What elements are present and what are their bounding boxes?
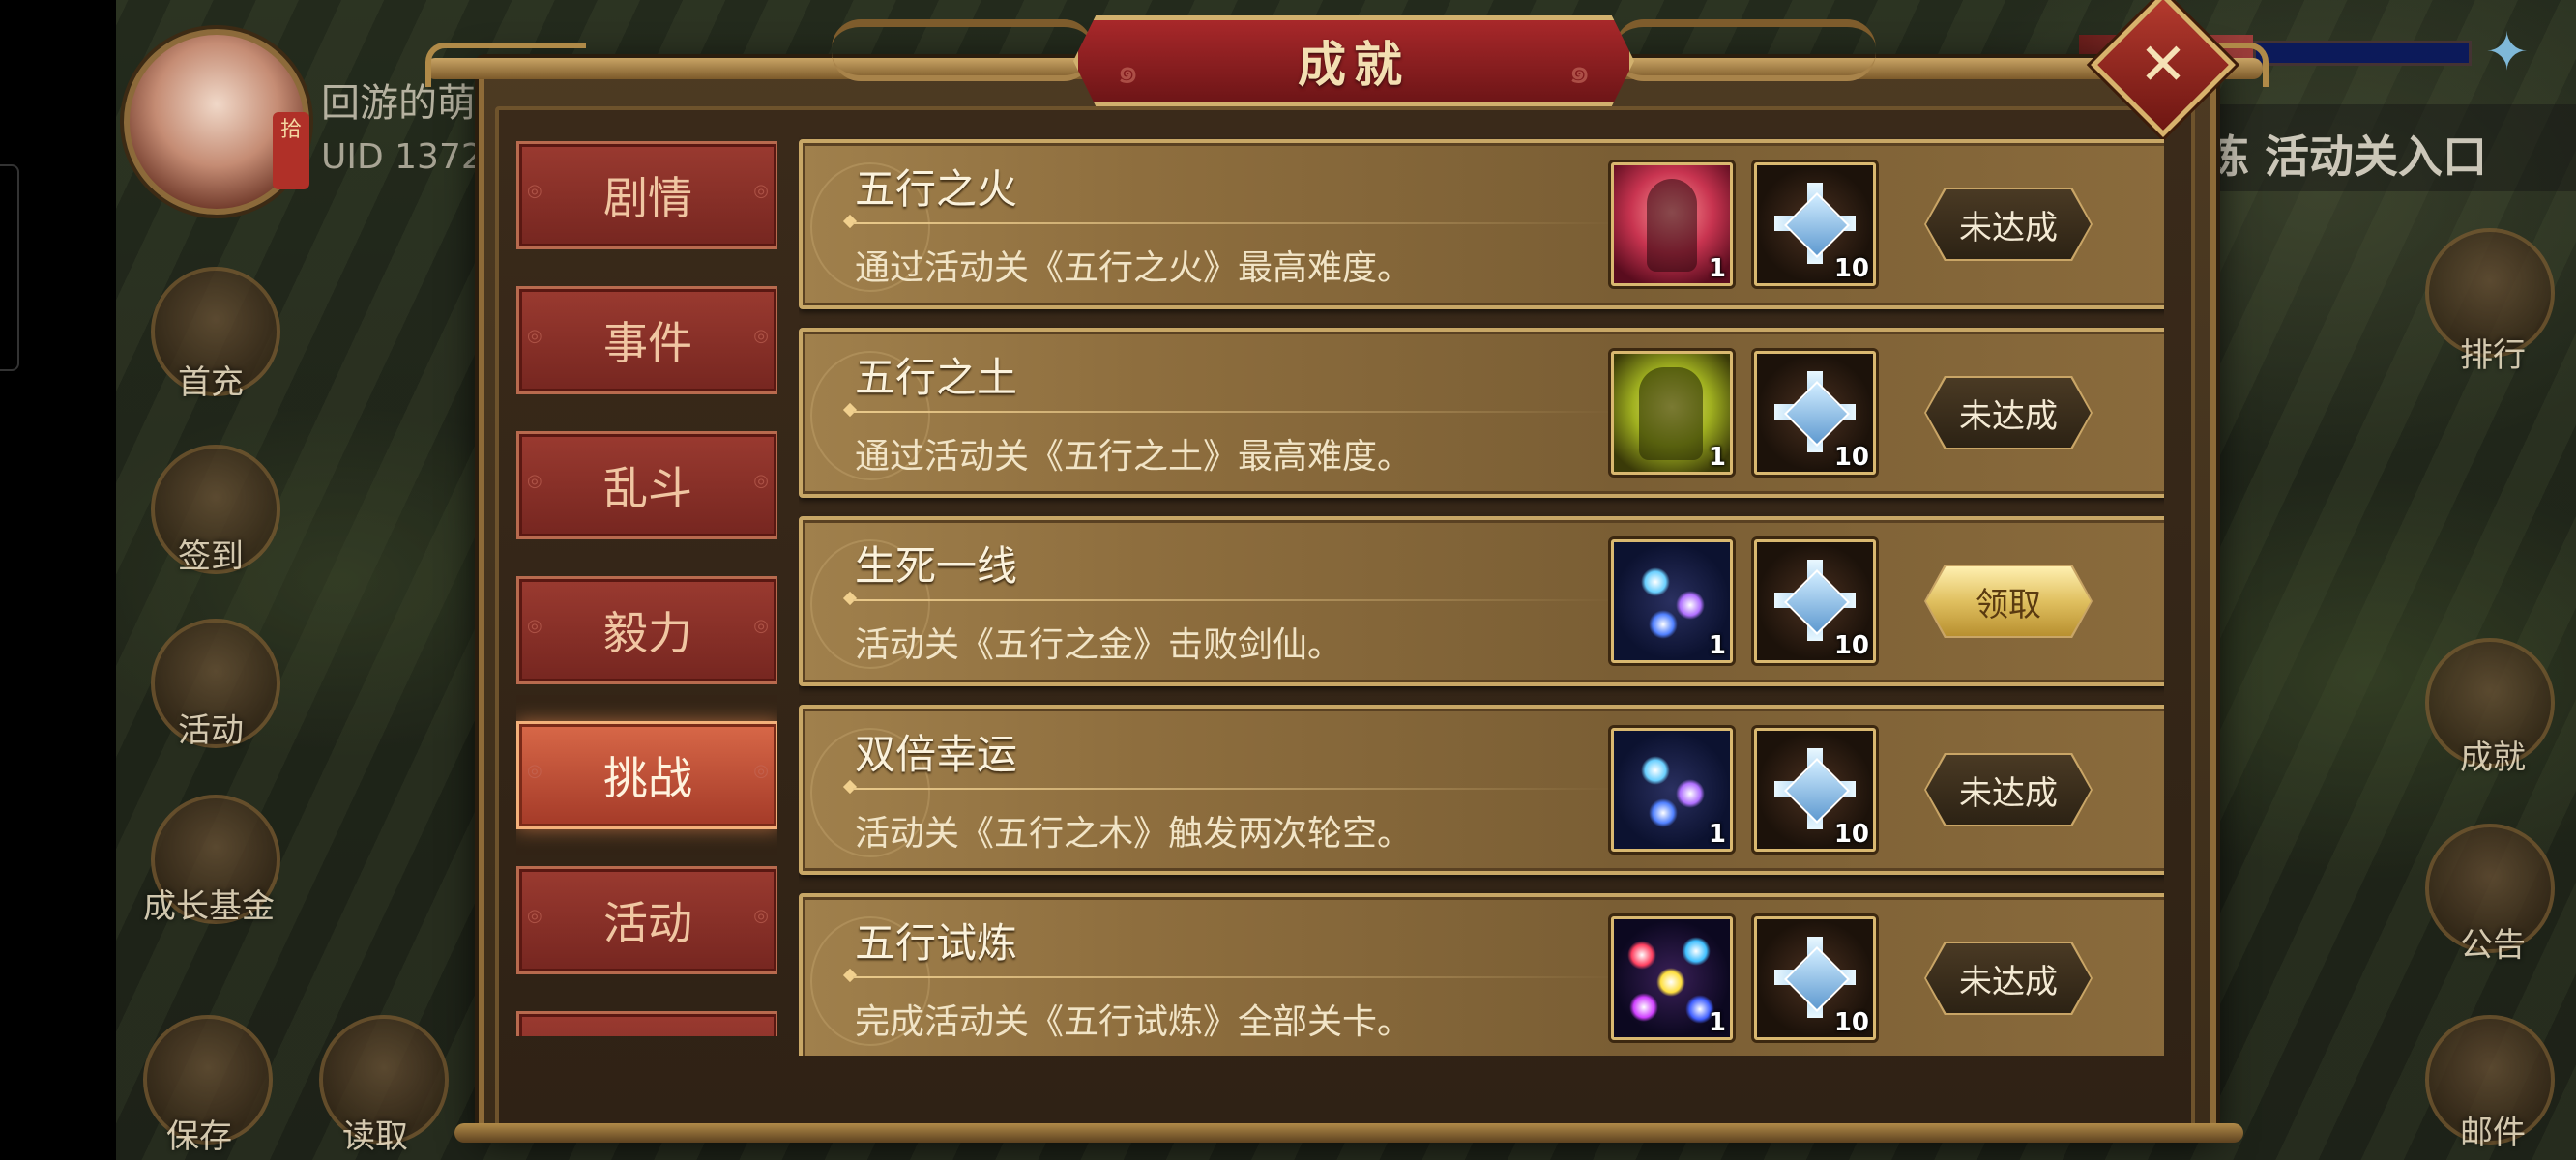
avatar-seal-icon: 拾 [273, 112, 309, 189]
wing-icon[interactable]: ✦ [2485, 21, 2529, 82]
spirit-orbs-icon[interactable]: 1 [1611, 539, 1733, 663]
sign-in-label: 签到 [178, 537, 244, 576]
reward-qty: 1 [1708, 820, 1726, 849]
reward-qty: 10 [1833, 443, 1869, 472]
tab-activity[interactable]: 活动 [516, 866, 777, 974]
modal-title-plaque: ๑ 成就 ๑ [1073, 15, 1634, 106]
achievement-row: 生死一线 活动关《五行之金》击败剑仙。 1 10 领取 [799, 516, 2164, 686]
swirl-left-icon: ๑ [1117, 52, 1139, 92]
tab-next-partial[interactable] [516, 1011, 777, 1036]
reward-qty: 10 [1833, 631, 1869, 660]
bottom-rail-ornament [454, 1123, 2243, 1143]
reward-qty: 1 [1708, 254, 1726, 283]
reward-qty: 1 [1708, 443, 1726, 472]
achievement-title: 五行之火 [855, 165, 1018, 213]
achievement-title: 生死一线 [855, 542, 1018, 590]
crystal-shape [1774, 560, 1856, 641]
reward-qty: 10 [1833, 254, 1869, 283]
first-charge-label: 首充 [178, 363, 244, 402]
crystal-shape [1774, 371, 1856, 452]
achievement-description: 通过活动关《五行之火》最高难度。 [855, 248, 1413, 288]
status-not-achieved-button[interactable]: 未达成 [1926, 378, 2091, 448]
load-label: 读取 [342, 1117, 408, 1156]
activity-label: 活动 [178, 711, 244, 750]
ice-crystal-icon[interactable]: 10 [1754, 916, 1876, 1040]
achievement-title: 双倍幸运 [855, 731, 1018, 778]
achievement-description: 活动关《五行之木》触发两次轮空。 [855, 814, 1413, 854]
tab-perseverance[interactable]: 毅力 [516, 576, 777, 684]
reward-qty: 10 [1833, 820, 1869, 849]
achievement-title: 五行之土 [855, 354, 1018, 401]
tab-challenge[interactable]: 挑战 [516, 721, 777, 829]
swirl-right-icon: ๑ [1568, 52, 1591, 92]
save-label: 保存 [166, 1117, 232, 1156]
achievement-row: 五行之火 通过活动关《五行之火》最高难度。 1 10 未达成 [799, 139, 2164, 309]
fire-warrior-figure [1647, 179, 1697, 272]
achievement-row: 五行试炼 完成活动关《五行试炼》全部关卡。 1 10 未达成 [799, 893, 2164, 1056]
achievement-title: 五行试炼 [855, 919, 1018, 967]
achievement-label: 成就 [2460, 739, 2526, 777]
ice-crystal-icon[interactable]: 10 [1754, 728, 1876, 852]
status-not-achieved-button[interactable]: 未达成 [1926, 755, 2091, 825]
crystal-shape [1774, 937, 1856, 1018]
achievement-description: 通过活动关《五行之土》最高难度。 [855, 437, 1413, 477]
close-x-icon[interactable]: ✕ [2112, 14, 2214, 116]
modal-title: 成就 [1298, 37, 1410, 93]
ranking-label: 排行 [2460, 336, 2526, 375]
event-entry-link[interactable]: 炼 活动关入口 [2205, 122, 2487, 186]
row-divider [853, 222, 1617, 224]
category-tabs: 剧情 事件 乱斗 毅力 挑战 活动 [516, 137, 777, 1036]
status-not-achieved-button[interactable]: 未达成 [1926, 943, 2091, 1013]
reward-qty: 1 [1708, 631, 1726, 660]
achievement-description: 完成活动关《五行试炼》全部关卡。 [855, 1002, 1413, 1042]
tab-story[interactable]: 剧情 [516, 141, 777, 249]
top-left-scroll-ornament [425, 43, 586, 87]
fire-warrior-icon[interactable]: 1 [1611, 162, 1733, 286]
row-divider [853, 788, 1617, 790]
reward-qty: 1 [1708, 1008, 1726, 1037]
title-right-ornament [1615, 19, 1876, 81]
tab-event[interactable]: 事件 [516, 286, 777, 394]
achievement-row: 五行之土 通过活动关《五行之土》最高难度。 1 10 未达成 [799, 328, 2164, 498]
notice-label: 公告 [2460, 926, 2526, 965]
player-avatar[interactable]: 拾 [124, 29, 309, 215]
achievement-description: 活动关《五行之金》击败剑仙。 [855, 625, 1343, 665]
spirit-orbs-icon[interactable]: 1 [1611, 728, 1733, 852]
status-not-achieved-button[interactable]: 未达成 [1926, 189, 2091, 259]
ice-crystal-icon[interactable]: 10 [1754, 162, 1876, 286]
growth-fund-label: 成长基金 [143, 887, 275, 926]
title-left-ornament [832, 19, 1093, 81]
ice-crystal-icon[interactable]: 10 [1754, 351, 1876, 475]
achievement-row: 双倍幸运 活动关《五行之木》触发两次轮空。 1 10 未达成 [799, 705, 2164, 875]
row-divider [853, 411, 1617, 413]
earth-warrior-icon[interactable]: 1 [1611, 351, 1733, 475]
crystal-shape [1774, 748, 1856, 829]
row-divider [853, 976, 1617, 978]
player-uid: UID 1372 [321, 137, 483, 177]
achievement-list[interactable]: 五行之火 通过活动关《五行之火》最高难度。 1 10 未达成 五行之土 通过活动… [799, 137, 2164, 1056]
claim-button[interactable]: 领取 [1926, 566, 2091, 636]
tab-melee[interactable]: 乱斗 [516, 431, 777, 539]
reward-qty: 10 [1833, 1008, 1869, 1037]
earth-warrior-figure [1639, 367, 1703, 460]
five-elements-orbs-icon[interactable]: 1 [1611, 916, 1733, 1040]
mana-bar [2253, 41, 2472, 66]
row-divider [853, 599, 1617, 601]
crystal-shape [1774, 183, 1856, 264]
ice-crystal-icon[interactable]: 10 [1754, 539, 1876, 663]
mail-label: 邮件 [2460, 1114, 2526, 1152]
side-handle [0, 164, 19, 371]
